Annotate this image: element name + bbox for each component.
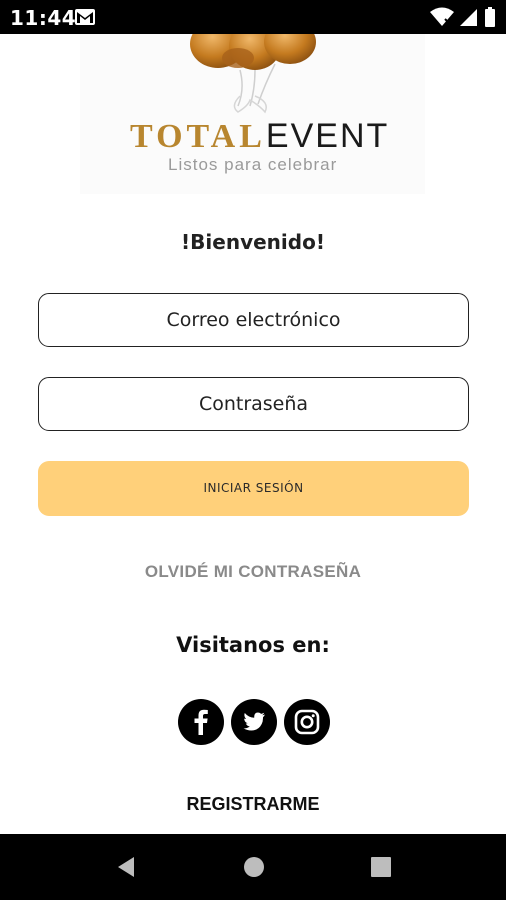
- register-link[interactable]: REGISTRARME: [0, 794, 506, 815]
- balloons-icon: [190, 34, 316, 114]
- wifi-icon: [430, 7, 454, 26]
- logo-total-text: TOTAL: [130, 118, 266, 155]
- brand-logo: TOTALEVENT Listos para celebrar: [80, 34, 425, 194]
- login-button[interactable]: INICIAR SESIÓN: [38, 461, 469, 516]
- twitter-icon[interactable]: [231, 699, 277, 745]
- logo-wordmark: TOTALEVENT: [130, 119, 390, 154]
- status-bar: 11:44: [0, 0, 506, 34]
- gmail-icon: [75, 9, 95, 25]
- logo-tagline: Listos para celebrar: [168, 155, 338, 174]
- recents-icon[interactable]: [368, 854, 394, 880]
- home-icon[interactable]: [241, 854, 267, 880]
- back-icon[interactable]: [114, 854, 140, 880]
- forgot-password-link[interactable]: OLVIDÉ MI CONTRASEÑA: [0, 562, 506, 582]
- password-field[interactable]: Contraseña: [38, 377, 469, 431]
- navigation-bar: [0, 834, 506, 900]
- battery-icon: [485, 7, 495, 27]
- email-field[interactable]: Correo electrónico: [38, 293, 469, 347]
- instagram-icon[interactable]: [284, 699, 330, 745]
- welcome-heading: !Bienvenido!: [181, 230, 325, 254]
- status-time: 11:44: [10, 6, 77, 30]
- logo-event-text: EVENT: [265, 117, 390, 155]
- facebook-icon[interactable]: [178, 699, 224, 745]
- social-heading: Visitanos en:: [176, 633, 330, 657]
- cellular-signal-icon: [460, 9, 477, 26]
- status-icons: [430, 7, 496, 27]
